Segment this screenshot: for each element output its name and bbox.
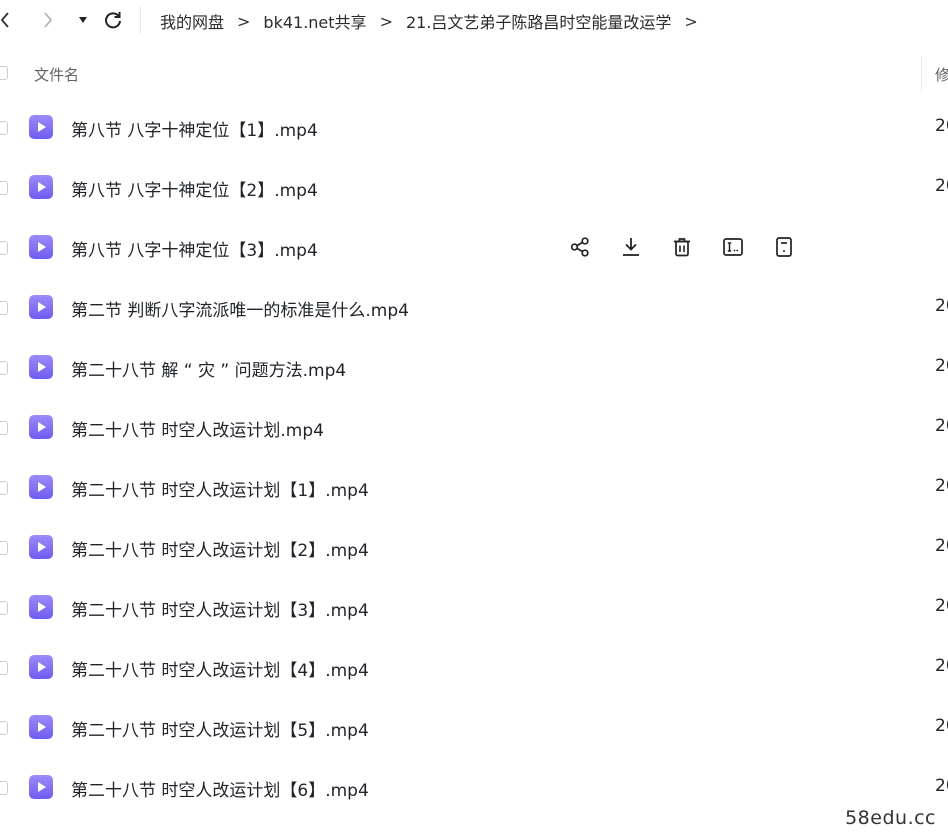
column-resize-handle[interactable]	[921, 56, 922, 92]
row-checkbox[interactable]	[0, 601, 8, 615]
video-file-icon	[29, 355, 53, 379]
file-row-hovered[interactable]: 第八节 八字十神定位【3】.mp4	[0, 217, 948, 277]
video-file-icon	[29, 475, 53, 499]
video-file-icon	[29, 115, 53, 139]
navigation-bar: 我的网盘 > bk41.net共享 > 21.吕文艺弟子陈路昌时空能量改运学 >	[0, 0, 948, 42]
file-modified: 20	[935, 176, 948, 196]
breadcrumb-item-current[interactable]: 21.吕文艺弟子陈路昌时空能量改运学	[406, 9, 671, 33]
file-name[interactable]: 第二十八节 时空人改运计划【3】.mp4	[71, 596, 369, 621]
video-file-icon	[29, 655, 53, 679]
breadcrumb-item-share[interactable]: bk41.net共享	[263, 9, 366, 33]
history-dropdown-button[interactable]	[72, 8, 94, 32]
file-row[interactable]: 第二十八节 时空人改运计划【5】.mp4 20	[0, 697, 948, 757]
video-file-icon	[29, 715, 53, 739]
file-row[interactable]: 第二十八节 解 “ 灾 ” 问题方法.mp4 20	[0, 337, 948, 397]
row-checkbox[interactable]	[0, 721, 8, 735]
file-modified: 20	[935, 476, 948, 496]
video-file-icon	[29, 235, 53, 259]
file-row[interactable]: 第二十八节 时空人改运计划【1】.mp4 20	[0, 457, 948, 517]
row-checkbox[interactable]	[0, 481, 8, 495]
file-name[interactable]: 第二十八节 时空人改运计划【2】.mp4	[71, 536, 369, 561]
file-name[interactable]: 第二十八节 时空人改运计划【1】.mp4	[71, 476, 369, 501]
file-name[interactable]: 第二节 判断八字流派唯一的标准是什么.mp4	[71, 296, 409, 321]
breadcrumb-item-root[interactable]: 我的网盘	[160, 9, 224, 33]
video-file-icon	[29, 535, 53, 559]
file-modified: 20	[935, 776, 948, 796]
file-row[interactable]: 第二节 判断八字流派唯一的标准是什么.mp4 20	[0, 277, 948, 337]
details-icon	[776, 237, 792, 257]
column-header-name[interactable]: 文件名	[34, 64, 79, 85]
row-checkbox[interactable]	[0, 301, 8, 315]
file-row[interactable]: 第二十八节 时空人改运计划【2】.mp4 20	[0, 517, 948, 577]
chevron-right-icon	[44, 12, 53, 28]
column-header-modified[interactable]: 修	[935, 64, 948, 85]
select-all-checkbox[interactable]	[0, 66, 8, 80]
row-checkbox[interactable]	[0, 541, 8, 555]
download-icon	[623, 238, 639, 256]
back-button[interactable]	[0, 8, 16, 32]
file-name[interactable]: 第八节 八字十神定位【1】.mp4	[71, 116, 318, 141]
file-name[interactable]: 第二十八节 时空人改运计划【4】.mp4	[71, 656, 369, 681]
file-name[interactable]: 第八节 八字十神定位【2】.mp4	[71, 176, 318, 201]
file-name[interactable]: 第二十八节 时空人改运计划.mp4	[71, 416, 324, 441]
row-checkbox[interactable]	[0, 661, 8, 675]
file-modified: 20	[935, 356, 948, 376]
row-checkbox[interactable]	[0, 241, 8, 255]
file-name[interactable]: 第二十八节 解 “ 灾 ” 问题方法.mp4	[71, 356, 346, 381]
file-row[interactable]: 第二十八节 时空人改运计划【3】.mp4 20	[0, 577, 948, 637]
file-modified: 20	[935, 716, 948, 736]
file-row[interactable]: 第八节 八字十神定位【2】.mp4 20	[0, 157, 948, 217]
video-file-icon	[29, 295, 53, 319]
file-modified: 20	[935, 116, 948, 136]
file-row[interactable]: 第二十八节 时空人改运计划【4】.mp4 20	[0, 637, 948, 697]
file-modified: 20	[935, 596, 948, 616]
video-file-icon	[29, 775, 53, 799]
breadcrumb-separator: >	[684, 11, 698, 31]
share-icon	[570, 237, 589, 257]
forward-button[interactable]	[37, 8, 59, 32]
rename-icon	[723, 238, 743, 256]
nav-divider	[140, 6, 141, 34]
breadcrumb-separator: >	[379, 11, 393, 31]
video-file-icon	[29, 175, 53, 199]
rename-button[interactable]	[719, 233, 747, 261]
file-row[interactable]: 第八节 八字十神定位【1】.mp4 20	[0, 97, 948, 157]
delete-button[interactable]	[668, 233, 696, 261]
file-name[interactable]: 第二十八节 时空人改运计划【5】.mp4	[71, 716, 369, 741]
file-row[interactable]: 第二十八节 时空人改运计划【6】.mp4 20	[0, 757, 948, 817]
refresh-button[interactable]	[102, 8, 124, 32]
row-checkbox[interactable]	[0, 121, 8, 135]
file-modified: 20	[935, 656, 948, 676]
file-modified: 20	[935, 296, 948, 316]
row-checkbox[interactable]	[0, 421, 8, 435]
row-checkbox[interactable]	[0, 781, 8, 795]
breadcrumb: 我的网盘 > bk41.net共享 > 21.吕文艺弟子陈路昌时空能量改运学 >	[160, 9, 711, 33]
file-name[interactable]: 第二十八节 时空人改运计划【6】.mp4	[71, 776, 369, 801]
row-actions	[566, 233, 821, 261]
row-checkbox[interactable]	[0, 181, 8, 195]
file-row[interactable]: 第二十八节 时空人改运计划.mp4 20	[0, 397, 948, 457]
details-button[interactable]	[770, 233, 798, 261]
file-name[interactable]: 第八节 八字十神定位【3】.mp4	[71, 236, 318, 261]
download-button[interactable]	[617, 233, 645, 261]
file-list-header: 文件名 修	[0, 56, 948, 92]
row-checkbox[interactable]	[0, 361, 8, 375]
file-modified: 20	[935, 536, 948, 556]
delete-icon	[674, 238, 690, 257]
refresh-icon	[105, 12, 121, 29]
file-modified: 20	[935, 416, 948, 436]
video-file-icon	[29, 595, 53, 619]
share-button[interactable]	[566, 233, 594, 261]
caret-down-icon	[79, 17, 87, 23]
breadcrumb-separator: >	[237, 11, 251, 31]
chevron-left-icon	[0, 12, 9, 28]
video-file-icon	[29, 415, 53, 439]
watermark: 58edu.cc	[845, 807, 936, 829]
